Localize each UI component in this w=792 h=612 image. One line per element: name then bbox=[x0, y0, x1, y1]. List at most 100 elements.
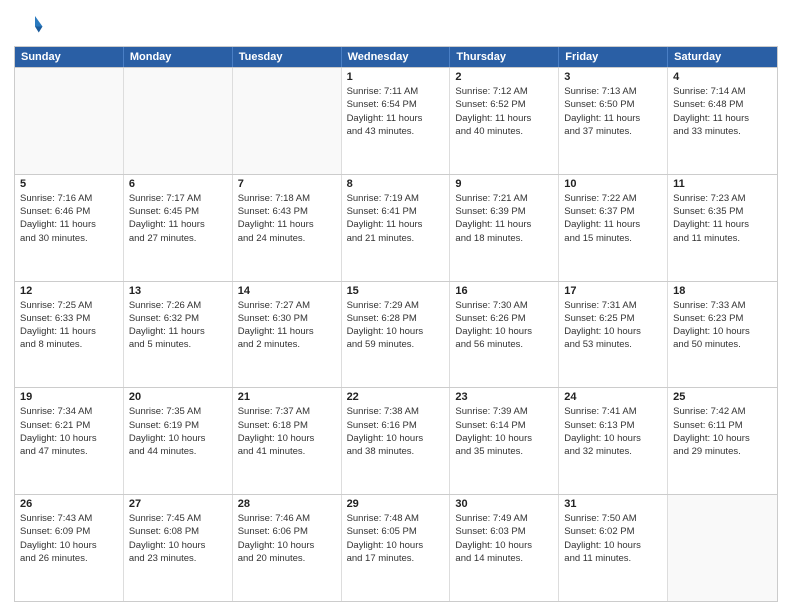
day-number: 26 bbox=[20, 498, 118, 510]
page: SundayMondayTuesdayWednesdayThursdayFrid… bbox=[0, 0, 792, 612]
week-row-3: 12 Sunrise: 7:25 AMSunset: 6:33 PMDayligh… bbox=[15, 281, 777, 388]
cell-info: Sunrise: 7:37 AMSunset: 6:18 PMDaylight:… bbox=[238, 405, 336, 458]
calendar-header: SundayMondayTuesdayWednesdayThursdayFrid… bbox=[15, 47, 777, 67]
day-number: 30 bbox=[455, 498, 553, 510]
cell-info: Sunrise: 7:48 AMSunset: 6:05 PMDaylight:… bbox=[347, 512, 445, 565]
day-number: 3 bbox=[564, 71, 662, 83]
cell-info: Sunrise: 7:49 AMSunset: 6:03 PMDaylight:… bbox=[455, 512, 553, 565]
day-number: 23 bbox=[455, 391, 553, 403]
day-number: 22 bbox=[347, 391, 445, 403]
cell-info: Sunrise: 7:21 AMSunset: 6:39 PMDaylight:… bbox=[455, 192, 553, 245]
cell-info: Sunrise: 7:13 AMSunset: 6:50 PMDaylight:… bbox=[564, 85, 662, 138]
cell-info: Sunrise: 7:12 AMSunset: 6:52 PMDaylight:… bbox=[455, 85, 553, 138]
day-number: 12 bbox=[20, 285, 118, 297]
day-number: 18 bbox=[673, 285, 772, 297]
cell-info: Sunrise: 7:35 AMSunset: 6:19 PMDaylight:… bbox=[129, 405, 227, 458]
logo bbox=[14, 10, 48, 40]
cal-cell: 8 Sunrise: 7:19 AMSunset: 6:41 PMDaylight… bbox=[342, 175, 451, 281]
day-number: 2 bbox=[455, 71, 553, 83]
cal-cell bbox=[668, 495, 777, 601]
cal-cell: 29 Sunrise: 7:48 AMSunset: 6:05 PMDayligh… bbox=[342, 495, 451, 601]
day-number: 1 bbox=[347, 71, 445, 83]
cell-info: Sunrise: 7:38 AMSunset: 6:16 PMDaylight:… bbox=[347, 405, 445, 458]
day-number: 14 bbox=[238, 285, 336, 297]
cell-info: Sunrise: 7:41 AMSunset: 6:13 PMDaylight:… bbox=[564, 405, 662, 458]
week-row-2: 5Sunrise: 7:16 AMSunset: 6:46 PMDaylight… bbox=[15, 174, 777, 281]
cell-info: Sunrise: 7:39 AMSunset: 6:14 PMDaylight:… bbox=[455, 405, 553, 458]
cal-cell bbox=[124, 68, 233, 174]
cal-cell bbox=[233, 68, 342, 174]
header-day-friday: Friday bbox=[559, 47, 668, 67]
cal-cell: 12 Sunrise: 7:25 AMSunset: 6:33 PMDayligh… bbox=[15, 282, 124, 388]
cal-cell: 19 Sunrise: 7:34 AMSunset: 6:21 PMDayligh… bbox=[15, 388, 124, 494]
cell-info: Sunrise: 7:25 AMSunset: 6:33 PMDaylight:… bbox=[20, 299, 118, 352]
cell-info: Sunrise: 7:34 AMSunset: 6:21 PMDaylight:… bbox=[20, 405, 118, 458]
cal-cell: 10 Sunrise: 7:22 AMSunset: 6:37 PMDayligh… bbox=[559, 175, 668, 281]
cal-cell: 25 Sunrise: 7:42 AMSunset: 6:11 PMDayligh… bbox=[668, 388, 777, 494]
day-number: 19 bbox=[20, 391, 118, 403]
cell-info: Sunrise: 7:26 AMSunset: 6:32 PMDaylight:… bbox=[129, 299, 227, 352]
cell-info: Sunrise: 7:42 AMSunset: 6:11 PMDaylight:… bbox=[673, 405, 772, 458]
cal-cell: 5Sunrise: 7:16 AMSunset: 6:46 PMDaylight… bbox=[15, 175, 124, 281]
cal-cell: 3 Sunrise: 7:13 AMSunset: 6:50 PMDaylight… bbox=[559, 68, 668, 174]
cell-info: Sunrise: 7:22 AMSunset: 6:37 PMDaylight:… bbox=[564, 192, 662, 245]
cal-cell: 4 Sunrise: 7:14 AMSunset: 6:48 PMDaylight… bbox=[668, 68, 777, 174]
header-day-sunday: Sunday bbox=[15, 47, 124, 67]
day-number: 15 bbox=[347, 285, 445, 297]
cal-cell: 18 Sunrise: 7:33 AMSunset: 6:23 PMDayligh… bbox=[668, 282, 777, 388]
calendar: SundayMondayTuesdayWednesdayThursdayFrid… bbox=[14, 46, 778, 602]
day-number: 4 bbox=[673, 71, 772, 83]
cal-cell: 7 Sunrise: 7:18 AMSunset: 6:43 PMDaylight… bbox=[233, 175, 342, 281]
cal-cell: 20Sunrise: 7:35 AMSunset: 6:19 PMDayligh… bbox=[124, 388, 233, 494]
day-number: 13 bbox=[129, 285, 227, 297]
day-number: 28 bbox=[238, 498, 336, 510]
cal-cell: 1Sunrise: 7:11 AMSunset: 6:54 PMDaylight… bbox=[342, 68, 451, 174]
day-number: 24 bbox=[564, 391, 662, 403]
day-number: 27 bbox=[129, 498, 227, 510]
cal-cell: 26 Sunrise: 7:43 AMSunset: 6:09 PMDayligh… bbox=[15, 495, 124, 601]
cal-cell: 30 Sunrise: 7:49 AMSunset: 6:03 PMDayligh… bbox=[450, 495, 559, 601]
day-number: 16 bbox=[455, 285, 553, 297]
cal-cell: 13 Sunrise: 7:26 AMSunset: 6:32 PMDayligh… bbox=[124, 282, 233, 388]
cell-info: Sunrise: 7:19 AMSunset: 6:41 PMDaylight:… bbox=[347, 192, 445, 245]
calendar-body: 1Sunrise: 7:11 AMSunset: 6:54 PMDaylight… bbox=[15, 67, 777, 601]
day-number: 31 bbox=[564, 498, 662, 510]
week-row-4: 19 Sunrise: 7:34 AMSunset: 6:21 PMDayligh… bbox=[15, 387, 777, 494]
cell-info: Sunrise: 7:31 AMSunset: 6:25 PMDaylight:… bbox=[564, 299, 662, 352]
cell-info: Sunrise: 7:17 AMSunset: 6:45 PMDaylight:… bbox=[129, 192, 227, 245]
cal-cell: 17 Sunrise: 7:31 AMSunset: 6:25 PMDayligh… bbox=[559, 282, 668, 388]
week-row-5: 26 Sunrise: 7:43 AMSunset: 6:09 PMDayligh… bbox=[15, 494, 777, 601]
cell-info: Sunrise: 7:14 AMSunset: 6:48 PMDaylight:… bbox=[673, 85, 772, 138]
cell-info: Sunrise: 7:27 AMSunset: 6:30 PMDaylight:… bbox=[238, 299, 336, 352]
cal-cell: 9Sunrise: 7:21 AMSunset: 6:39 PMDaylight… bbox=[450, 175, 559, 281]
cell-info: Sunrise: 7:23 AMSunset: 6:35 PMDaylight:… bbox=[673, 192, 772, 245]
header-day-thursday: Thursday bbox=[450, 47, 559, 67]
day-number: 29 bbox=[347, 498, 445, 510]
day-number: 17 bbox=[564, 285, 662, 297]
cell-info: Sunrise: 7:46 AMSunset: 6:06 PMDaylight:… bbox=[238, 512, 336, 565]
day-number: 10 bbox=[564, 178, 662, 190]
cal-cell: 16 Sunrise: 7:30 AMSunset: 6:26 PMDayligh… bbox=[450, 282, 559, 388]
cal-cell: 21Sunrise: 7:37 AMSunset: 6:18 PMDayligh… bbox=[233, 388, 342, 494]
day-number: 7 bbox=[238, 178, 336, 190]
day-number: 25 bbox=[673, 391, 772, 403]
cal-cell bbox=[15, 68, 124, 174]
cal-cell: 23 Sunrise: 7:39 AMSunset: 6:14 PMDayligh… bbox=[450, 388, 559, 494]
day-number: 8 bbox=[347, 178, 445, 190]
cal-cell: 6 Sunrise: 7:17 AMSunset: 6:45 PMDaylight… bbox=[124, 175, 233, 281]
cal-cell: 27 Sunrise: 7:45 AMSunset: 6:08 PMDayligh… bbox=[124, 495, 233, 601]
logo-icon bbox=[14, 10, 44, 40]
cal-cell: 28 Sunrise: 7:46 AMSunset: 6:06 PMDayligh… bbox=[233, 495, 342, 601]
cell-info: Sunrise: 7:18 AMSunset: 6:43 PMDaylight:… bbox=[238, 192, 336, 245]
cell-info: Sunrise: 7:30 AMSunset: 6:26 PMDaylight:… bbox=[455, 299, 553, 352]
cell-info: Sunrise: 7:45 AMSunset: 6:08 PMDaylight:… bbox=[129, 512, 227, 565]
header-day-tuesday: Tuesday bbox=[233, 47, 342, 67]
cell-info: Sunrise: 7:43 AMSunset: 6:09 PMDaylight:… bbox=[20, 512, 118, 565]
cal-cell: 15Sunrise: 7:29 AMSunset: 6:28 PMDayligh… bbox=[342, 282, 451, 388]
header-day-wednesday: Wednesday bbox=[342, 47, 451, 67]
cal-cell: 11Sunrise: 7:23 AMSunset: 6:35 PMDayligh… bbox=[668, 175, 777, 281]
day-number: 6 bbox=[129, 178, 227, 190]
cell-info: Sunrise: 7:33 AMSunset: 6:23 PMDaylight:… bbox=[673, 299, 772, 352]
header bbox=[14, 10, 778, 40]
cal-cell: 14 Sunrise: 7:27 AMSunset: 6:30 PMDayligh… bbox=[233, 282, 342, 388]
